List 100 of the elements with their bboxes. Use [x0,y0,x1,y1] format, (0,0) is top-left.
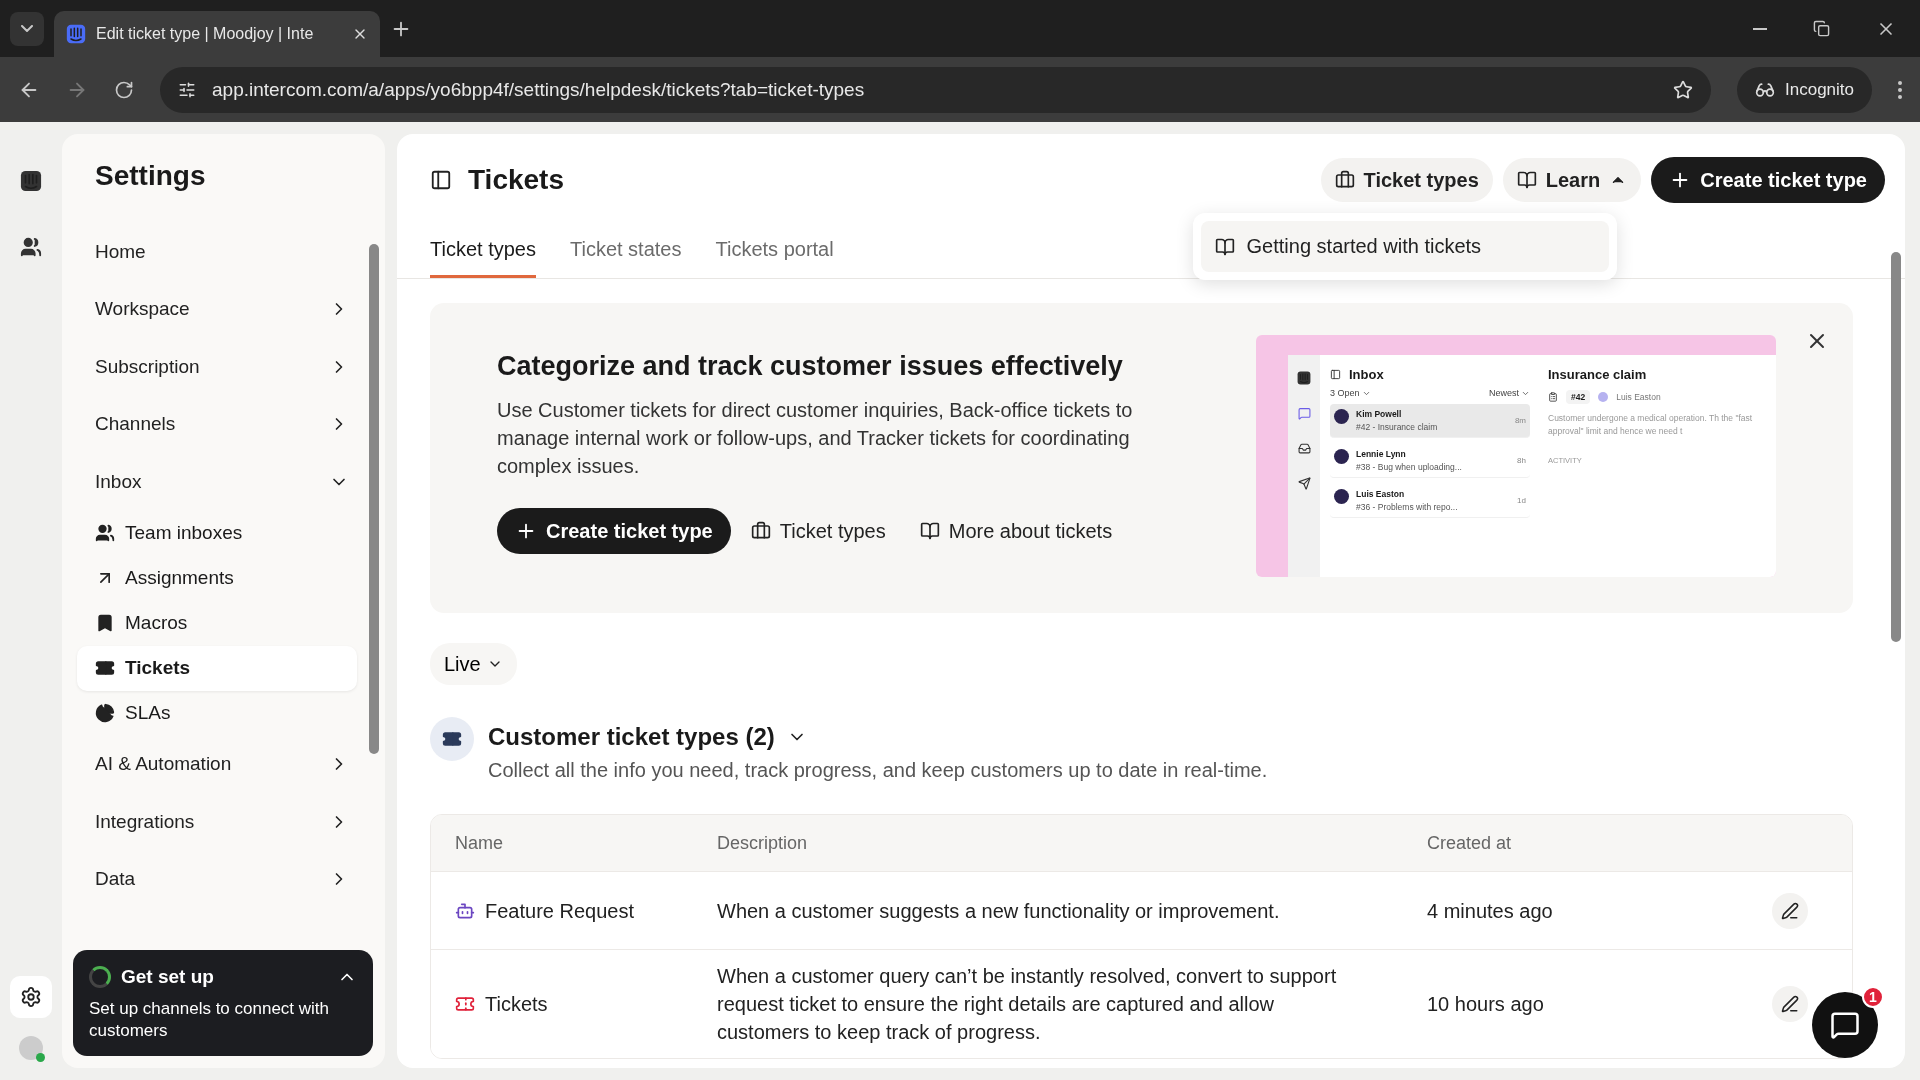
table-cell-text: Feature Request [485,898,634,924]
preview-subject: #38 - Bug when uploading... [1356,462,1463,472]
contacts-icon[interactable] [20,236,42,258]
preview-detail-title: Insurance claim [1548,367,1647,382]
setup-text: Set up channels to connect with customers [89,997,331,1042]
people-icon [20,236,42,258]
menu-item[interactable]: Getting started with tickets [1200,221,1609,272]
site-info-icon [178,80,196,99]
send-icon [1297,477,1311,490]
settings-nav-item[interactable]: Inbox [77,453,357,511]
section-title: Customer ticket types (2) [488,723,775,751]
edit-button[interactable] [1772,986,1808,1022]
restore-icon [1813,20,1830,37]
preview-subject: #36 - Problems with repo... [1356,502,1459,512]
settings-button[interactable] [10,976,52,1018]
address-bar[interactable]: app.intercom.com/a/apps/yo6bpp4f/settings/helpdesk/tickets?tab=ticket-types [160,66,1711,113]
pencil-icon [1781,995,1799,1013]
setup-title: Get set up [121,965,214,988]
intercom-logo-icon [20,170,42,192]
pencil-icon [1781,901,1799,920]
banner-button[interactable]: More about tickets [905,509,1127,553]
menu-item-icon [95,523,115,543]
table-cell-text: When a customer query can’t be instantly resolved, convert to support request ticket to ensure the right details are captured and allow customers to keep track of progress. [717,964,1338,1045]
banner-text: Use Customer tickets for direct customer inquiries, Back-office tickets to manage internal work or follow-ups, and Tracker tickets for coordinating complex issues. [497,398,1134,479]
menu-item-icon [95,613,115,633]
ticket-icon [430,717,474,761]
header-button[interactable]: Create ticket type [1651,157,1885,203]
settings-sub-item[interactable]: Tickets [77,645,357,691]
ticket-icon [455,994,475,1014]
header-button[interactable]: Ticket types [1320,158,1493,202]
settings-nav-item[interactable]: Channels [77,395,357,453]
live-filter-dropdown[interactable]: Live [430,643,517,685]
preview-title: Inbox [1349,367,1384,382]
table-cell-text: 10 hours ago [1427,992,1544,1017]
settings-title: Settings [94,159,207,192]
preview-assignee: Luis Easton [1616,392,1661,402]
briefcase-icon [1334,170,1355,190]
settings-sub-item[interactable]: SLAs [77,690,357,736]
user-avatar[interactable] [19,1036,43,1060]
tab-list-button[interactable] [10,11,44,46]
settings-nav-item[interactable]: Workspace [77,280,357,338]
chat-icon [1297,407,1311,420]
settings-icon [20,986,42,1008]
sidebar-toggle-icon [1330,369,1341,380]
browser-tab[interactable]: Edit ticket type | Moodjoy | Inte [54,11,380,57]
settings-nav-item[interactable]: Subscription [77,338,357,396]
settings-sub-item[interactable]: Macros [77,600,357,646]
chevron-down-icon [21,25,33,32]
intercom-logo-icon [66,24,86,44]
page-tab[interactable]: Ticket states [569,226,682,278]
banner-button[interactable]: Create ticket type [497,508,731,554]
inbox-icon [1297,442,1311,455]
scrollbar[interactable] [1891,252,1901,642]
page-tab[interactable]: Ticket types [430,226,536,278]
settings-sub-item[interactable]: Team inboxes [77,510,357,556]
preview-name: Lennie Lynn [1356,449,1407,459]
preview-subject: #42 - Insurance claim [1356,422,1439,432]
minimize-icon [1753,27,1767,30]
reload-icon [114,79,134,100]
menu-icon [1898,80,1902,99]
scrollbar[interactable] [369,244,379,754]
reload-button[interactable] [114,79,134,100]
avatar-icon [1334,449,1349,464]
book-icon [1214,236,1235,257]
preview-ticket-id: #42 [1566,390,1591,404]
preview-name: Kim Powell [1356,409,1403,419]
settings-nav-item[interactable]: Data [77,850,357,908]
page-title: Tickets [468,164,564,196]
progress-ring-icon [89,965,111,988]
menu-item-icon [95,703,115,723]
book-icon [919,521,940,541]
preview-filter: 3 Open [1330,388,1360,398]
banner-button[interactable]: Ticket types [736,509,900,553]
settings-sub-item[interactable]: Assignments [77,555,357,601]
bookmark-star-icon [1673,79,1693,100]
avatar-icon [1598,392,1609,402]
settings-nav-item[interactable]: Home [77,223,357,281]
avatar-icon [1334,409,1349,424]
column-header: Created at [1426,832,1513,854]
preview-time: 1d [1517,496,1526,505]
menu-item-icon [95,658,115,678]
inbox-icon[interactable] [20,170,42,192]
settings-nav-item[interactable]: Integrations [77,793,357,851]
section-description: Collect all the info you need, track progress, and keep customers up to date in real-time. [488,759,1268,782]
settings-nav-item[interactable]: AI & Automation [77,735,357,793]
sidebar-toggle-icon [430,169,452,191]
browser-menu-button[interactable] [1898,80,1902,99]
preview-time: 8m [1514,416,1526,425]
incognito-button[interactable]: Incognito [1737,66,1872,113]
book-icon [1516,170,1537,190]
page-tab[interactable]: Tickets portal [715,226,834,278]
preview-name: Luis Easton [1356,489,1406,499]
edit-button[interactable] [1772,892,1808,929]
table-cell-text: When a customer suggests a new functionality or improvement. [717,898,1280,924]
banner-title: Categorize and track customer issues effectively [497,351,1124,382]
table-cell-text: 4 minutes ago [1427,898,1553,924]
restore-button[interactable] [1813,18,1830,39]
preview-sort: Newest [1489,388,1519,398]
clipboard-icon [1548,392,1558,402]
column-header: Description [716,832,809,854]
